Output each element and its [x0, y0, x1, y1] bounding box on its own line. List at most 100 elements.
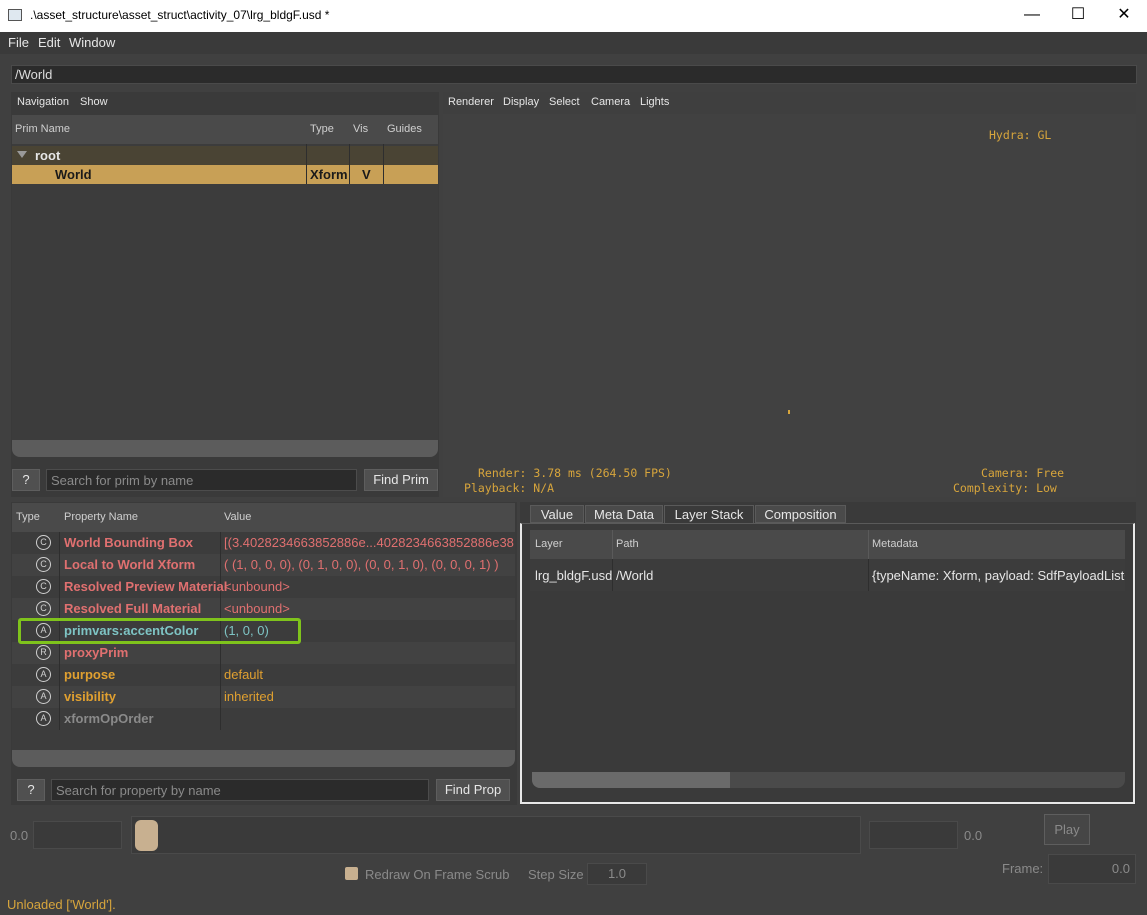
prim-path-field[interactable]: /World [11, 65, 1137, 84]
property-value: <unbound> [224, 579, 290, 594]
col-divider [306, 144, 307, 184]
property-help-button[interactable]: ? [17, 779, 45, 801]
menu-edit[interactable]: Edit [38, 35, 60, 50]
menu-select[interactable]: Select [549, 96, 580, 108]
highlight-box [18, 618, 301, 644]
prim-tree-header: Prim Name Type Vis Guides [12, 115, 438, 144]
menu-window[interactable]: Window [69, 35, 115, 50]
menu-lights[interactable]: Lights [640, 96, 669, 108]
maximize-button[interactable]: ☐ [1055, 0, 1101, 32]
property-row[interactable]: RproxyPrim [12, 642, 515, 664]
col-divider [868, 530, 869, 559]
menu-navigation[interactable]: Navigation [17, 96, 69, 108]
redraw-checkbox[interactable] [345, 867, 358, 880]
tree-row-world[interactable]: World Xform V [12, 165, 438, 184]
viewport-panel[interactable]: Renderer Display Select Camera Lights Hy… [443, 92, 1136, 497]
col-divider [868, 559, 869, 591]
property-name: World Bounding Box [64, 535, 194, 550]
col-vis[interactable]: Vis [353, 123, 368, 135]
prim-vis[interactable]: V [362, 167, 371, 182]
hud-hydra: Hydra: GL [989, 128, 1052, 142]
layer-scrollbar[interactable] [532, 772, 1125, 788]
tab-meta-data[interactable]: Meta Data [585, 505, 663, 523]
col-type[interactable]: Type [310, 123, 334, 135]
tree-row-root[interactable]: root [12, 146, 438, 165]
menu-show[interactable]: Show [80, 96, 108, 108]
col-prop-type[interactable]: Type [16, 511, 40, 523]
menu-bar: File Edit Window [0, 32, 1147, 54]
property-type-icon: C [36, 601, 51, 616]
prim-search-input[interactable] [47, 470, 356, 490]
prim-tree: root World Xform V [12, 144, 438, 440]
hud-camera: Camera: Free [981, 466, 1065, 480]
col-divider [59, 686, 60, 708]
property-name: Resolved Preview Material [64, 579, 228, 594]
col-metadata[interactable]: Metadata [872, 538, 918, 550]
col-prop-name[interactable]: Property Name [64, 511, 138, 523]
col-divider [220, 532, 221, 554]
menu-display[interactable]: Display [503, 96, 539, 108]
property-row[interactable]: AxformOpOrder [12, 708, 515, 730]
property-row[interactable]: C World Bounding Box [(3.4028234663852886e… [12, 532, 515, 554]
property-type-icon: C [36, 535, 51, 550]
property-row[interactable]: C Resolved Full Material <unbound> [12, 598, 515, 620]
step-size-field[interactable]: 1.0 [587, 863, 647, 885]
property-type-icon: A [36, 711, 51, 726]
property-type-icon: R [36, 645, 51, 660]
hud-render-stats: Render: 3.78 ms (264.50 FPS) [478, 466, 672, 480]
expand-arrow-icon[interactable] [17, 151, 27, 158]
layer-stack-view: Layer Path Metadata lrg_bldgF.usd /World… [520, 523, 1135, 804]
property-name: purpose [64, 667, 116, 682]
col-divider [59, 554, 60, 576]
col-divider [220, 686, 221, 708]
property-search-input[interactable] [52, 780, 428, 800]
property-value: <unbound> [224, 601, 290, 616]
col-divider [612, 530, 613, 559]
start-frame-field[interactable] [33, 821, 122, 849]
close-button[interactable]: ✕ [1101, 0, 1147, 32]
prim-search-field[interactable] [46, 469, 357, 491]
col-guides[interactable]: Guides [387, 123, 422, 135]
viewport-canvas[interactable]: Hydra: GL Render: 3.78 ms (264.50 FPS) P… [443, 114, 1136, 497]
col-prop-value[interactable]: Value [224, 511, 251, 523]
find-prop-button[interactable]: Find Prop [436, 779, 510, 801]
menu-camera[interactable]: Camera [591, 96, 630, 108]
property-name: proxyPrim [64, 645, 129, 660]
redraw-label: Redraw On Frame Scrub [365, 867, 510, 882]
property-row[interactable]: Apurpose default [12, 664, 515, 686]
prim-help-button[interactable]: ? [12, 469, 40, 491]
find-prim-button[interactable]: Find Prim [364, 469, 438, 491]
play-button[interactable]: Play [1044, 814, 1090, 845]
property-search-field[interactable] [51, 779, 429, 801]
prim-path-text: /World [15, 67, 53, 82]
layer-header: Layer Path Metadata [530, 530, 1125, 559]
frame-slider-handle[interactable] [135, 820, 158, 851]
layer-row[interactable]: lrg_bldgF.usd /World {typeName: Xform, p… [530, 559, 1125, 591]
property-name: Local to World Xform [64, 557, 196, 572]
menu-renderer[interactable]: Renderer [448, 96, 494, 108]
property-row[interactable]: C Local to World Xform ( (1, 0, 0, 0), (0,… [12, 554, 515, 576]
property-type-icon: A [36, 689, 51, 704]
property-row[interactable]: Avisibility inherited [12, 686, 515, 708]
tab-layer-stack[interactable]: Layer Stack [664, 505, 754, 524]
tab-value[interactable]: Value [530, 505, 584, 523]
tab-composition[interactable]: Composition [755, 505, 846, 523]
prim-tree-scrollbar[interactable] [12, 440, 438, 457]
layer-metadata: {typeName: Xform, payload: SdfPayloadLis… [872, 568, 1125, 583]
property-header: Type Property Name Value [12, 503, 515, 532]
col-divider [220, 598, 221, 620]
end-frame-field[interactable] [869, 821, 958, 849]
menu-file[interactable]: File [8, 35, 29, 50]
col-path[interactable]: Path [616, 538, 639, 550]
col-layer[interactable]: Layer [535, 538, 563, 550]
frame-slider[interactable] [131, 816, 861, 854]
property-name: Resolved Full Material [64, 601, 202, 616]
col-prim-name[interactable]: Prim Name [15, 123, 70, 135]
layer-scrollbar-thumb[interactable] [532, 772, 730, 788]
property-scrollbar[interactable] [12, 750, 515, 767]
property-row[interactable]: C Resolved Preview Material <unbound> [12, 576, 515, 598]
property-value: default [224, 667, 264, 682]
title-bar: .\asset_structure\asset_struct\activity_… [0, 0, 1147, 32]
frame-field[interactable]: 0.0 [1048, 854, 1136, 884]
minimize-button[interactable]: — [1009, 0, 1055, 32]
